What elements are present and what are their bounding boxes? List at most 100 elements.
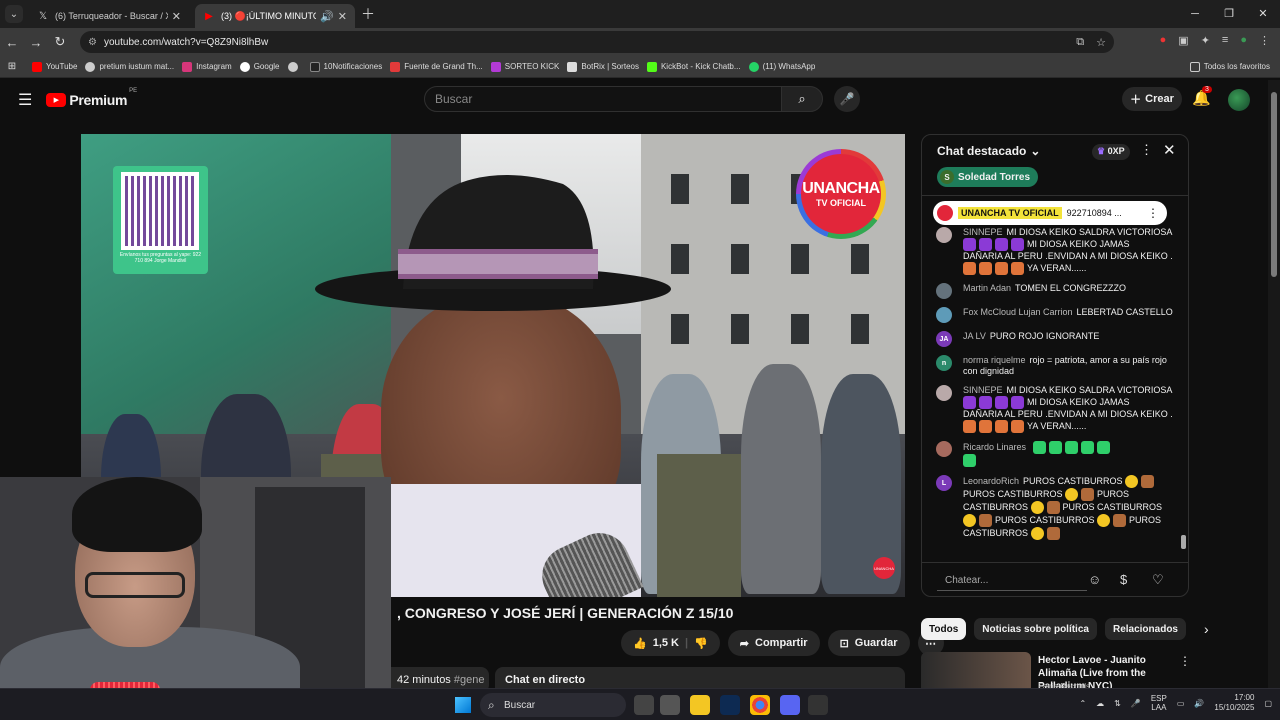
menu-icon[interactable]: ⋮ xyxy=(1259,34,1270,47)
video-thumbnail[interactable] xyxy=(921,652,1031,692)
scrollbar-thumb[interactable] xyxy=(1181,535,1186,549)
profile-icon[interactable]: ● xyxy=(1240,34,1247,47)
chip-relacionados[interactable]: Relacionados xyxy=(1104,618,1186,640)
share-button[interactable]: ➦ Compartir xyxy=(727,630,820,656)
top-donor-chip[interactable]: S Soledad Torres xyxy=(937,167,1039,187)
apps-icon[interactable]: ⊞ xyxy=(0,61,24,72)
save-button[interactable]: ⊡ Guardar xyxy=(827,630,910,656)
bookmark-kickbot[interactable]: KickBot - Kick Chatb... xyxy=(646,61,741,72)
voice-search-button[interactable]: 🎤 xyxy=(834,86,860,112)
photoshop-icon[interactable] xyxy=(720,695,740,715)
tab-search-button[interactable]: ⌄ xyxy=(5,5,23,23)
thumbs-down-icon[interactable]: 👎 xyxy=(694,637,708,650)
install-icon[interactable]: ⧉ xyxy=(1076,36,1084,49)
chip-noticias[interactable]: Noticias sobre política xyxy=(974,618,1097,640)
bookmark-fuente-gta[interactable]: Fuente de Grand Th... xyxy=(390,61,483,72)
related-video-item[interactable]: Hector Lavoe - Juanito Alimaña (Live fro… xyxy=(921,652,1191,692)
display-icon[interactable]: ▭ xyxy=(1177,699,1185,708)
taskbar-search[interactable]: Buscar xyxy=(480,693,626,717)
heart-icon[interactable]: ♡ xyxy=(1152,572,1164,588)
extensions-bar: ● ▣ ✦ ≡ ● ⋮ xyxy=(1160,34,1270,47)
obs-icon[interactable] xyxy=(808,695,828,715)
close-window-button[interactable]: ✕ xyxy=(1246,0,1280,28)
search-input[interactable]: Buscar xyxy=(424,86,782,112)
windows-start-icon[interactable] xyxy=(455,697,471,713)
create-button[interactable]: ＋ Crear xyxy=(1122,87,1182,111)
chrome-icon[interactable] xyxy=(750,695,770,715)
extension-icon[interactable]: ● xyxy=(1160,34,1167,47)
network-icon[interactable]: ⇅ xyxy=(1114,699,1121,708)
thumbs-up-icon: 👍 xyxy=(633,637,647,650)
more-icon[interactable]: ⋮ xyxy=(1147,206,1159,220)
chevron-right-icon[interactable]: › xyxy=(1204,621,1209,637)
tab-youtube[interactable]: ▶ (3) 🔴¡ÚLTIMO MINUTO! M 🔊 ✕ xyxy=(195,4,355,28)
bookmark-botrix[interactable]: BotRix | Sorteos xyxy=(567,61,639,72)
speaker-icon[interactable]: 🔊 xyxy=(320,10,334,23)
pinned-message[interactable]: UNANCHA TV OFICIAL 922710894 ... ⋮ xyxy=(933,201,1167,225)
all-bookmarks-folder[interactable]: Todos los favoritos xyxy=(1189,61,1270,72)
chat-input[interactable]: Chatear... xyxy=(937,571,1087,591)
cloud-icon[interactable]: ☁ xyxy=(1096,699,1104,708)
puzzle-icon[interactable]: ✦ xyxy=(1201,34,1210,47)
super-chat-icon[interactable]: $ xyxy=(1120,572,1127,587)
bookmark-10notificaciones[interactable]: 10Notificaciones xyxy=(309,61,382,72)
avatar: n xyxy=(936,355,952,371)
bookmarks-bar: ⊞ YouTube pretium iustum mat... Instagra… xyxy=(0,56,1280,78)
forward-button[interactable]: → xyxy=(24,35,48,50)
bookmark-pretium[interactable]: pretium iustum mat... xyxy=(85,61,174,72)
volume-icon[interactable]: 🔊 xyxy=(1194,699,1204,708)
search-button[interactable]: ⌕ xyxy=(781,86,823,112)
back-button[interactable]: ← xyxy=(0,35,24,50)
youtube-logo[interactable]: ▶ Premium PE xyxy=(46,88,137,108)
microphone-icon: 🎤 xyxy=(839,92,855,106)
bookmark-youtube[interactable]: YouTube xyxy=(32,61,77,72)
xp-badge[interactable]: ♛ 0XP xyxy=(1092,144,1130,160)
microphone-icon[interactable]: 🎤 xyxy=(1131,699,1141,708)
share-icon: ➦ xyxy=(739,637,749,650)
emoji-icon[interactable]: ☺ xyxy=(1088,572,1101,587)
chat-message: SINNEPE MI DIOSA KEIKO SALDRA VICTORIOSA … xyxy=(936,385,1176,433)
maximize-button[interactable]: ❐ xyxy=(1212,0,1246,28)
bookmark-whatsapp[interactable]: (11) WhatsApp xyxy=(748,61,815,72)
notifications-button[interactable]: 🔔 3 xyxy=(1192,86,1212,107)
like-button[interactable]: 👍 1,5 K | 👎 xyxy=(621,630,720,656)
avatar: L xyxy=(936,475,952,491)
chip-todos[interactable]: Todos xyxy=(921,618,967,640)
notification-icon[interactable]: ▢ xyxy=(1264,699,1272,708)
avatar[interactable] xyxy=(1228,89,1250,111)
more-icon[interactable]: ⋮ xyxy=(1179,654,1191,668)
extension-icon[interactable]: ▣ xyxy=(1178,34,1188,47)
minimize-button[interactable]: ─ xyxy=(1178,0,1212,28)
chat-menu-icon[interactable]: ⋮ xyxy=(1140,142,1153,158)
chat-scrollbar[interactable] xyxy=(1180,197,1186,557)
browser-tab-bar: ⌄ 𝕏 (6) Terruqueador - Buscar / X ✕ ▶ (3… xyxy=(0,0,1280,28)
url-field[interactable]: ⚙ youtube.com/watch?v=Q8Z9Ni8lhBw ⧉ ☆ xyxy=(80,31,1114,53)
site-info-icon[interactable]: ⚙ xyxy=(88,37,97,48)
bookmark-google[interactable]: Google xyxy=(239,61,280,72)
hamburger-menu-icon[interactable]: ☰ xyxy=(18,90,32,110)
youtube-icon: ▶ xyxy=(205,10,213,22)
video-scene xyxy=(315,175,671,311)
tab-twitter[interactable]: 𝕏 (6) Terruqueador - Buscar / X ✕ xyxy=(29,4,189,28)
clock[interactable]: 17:00 15/10/2025 xyxy=(1214,693,1254,713)
chevron-up-icon[interactable]: ⌃ xyxy=(1079,699,1086,708)
close-icon[interactable]: ✕ xyxy=(338,10,347,23)
bookmark-sorteo-kick[interactable]: SORTEO KICK xyxy=(490,61,559,72)
scrollbar-thumb[interactable] xyxy=(1271,92,1277,277)
file-explorer-icon[interactable] xyxy=(690,695,710,715)
reload-button[interactable]: ↻ xyxy=(48,34,72,50)
close-icon[interactable]: ✕ xyxy=(1163,141,1176,159)
bookmark-star-icon[interactable]: ☆ xyxy=(1096,36,1106,49)
close-icon[interactable]: ✕ xyxy=(172,10,181,23)
language-indicator[interactable]: ESP LAA xyxy=(1151,694,1167,712)
youtube-header: ☰ ▶ Premium PE Buscar ⌕ 🎤 ＋ Crear 🔔 3 xyxy=(0,80,1268,120)
youtube-play-icon: ▶ xyxy=(46,93,67,107)
bookmark-instagram[interactable]: Instagram xyxy=(182,61,232,72)
new-tab-button[interactable]: ＋ xyxy=(361,4,375,24)
task-view-icon[interactable] xyxy=(634,695,654,715)
app-icon[interactable] xyxy=(660,695,680,715)
reading-list-icon[interactable]: ≡ xyxy=(1222,34,1228,47)
bookmark-globe[interactable] xyxy=(287,61,302,72)
discord-icon[interactable] xyxy=(780,695,800,715)
page-scrollbar[interactable] xyxy=(1268,80,1280,688)
